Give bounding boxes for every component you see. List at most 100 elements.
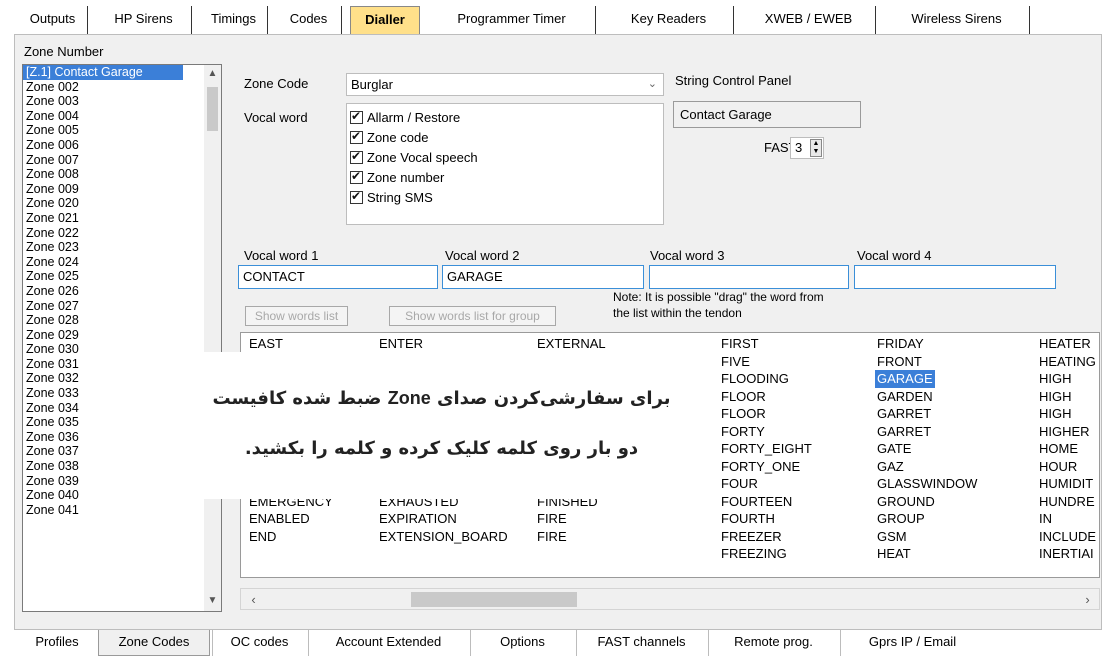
word-item[interactable]: ENABLED	[249, 510, 333, 528]
tab-codes[interactable]: Codes	[276, 6, 342, 34]
hscroll-thumb[interactable]	[411, 592, 577, 607]
word-item[interactable]: GARRET	[877, 405, 977, 423]
zone-list[interactable]: [Z.1] Contact Garage Zone 002 Zone 003 Zone…	[22, 64, 222, 612]
show-words-group-button[interactable]: Show words list for group	[389, 306, 556, 326]
word-item[interactable]: INCLUDE	[1039, 528, 1096, 546]
zone-list-item[interactable]: Zone 023	[23, 240, 221, 255]
selected-word[interactable]: GARAGE	[875, 370, 935, 388]
checkbox-checked-icon[interactable]	[350, 129, 363, 144]
zone-list-item[interactable]: Zone 004	[23, 109, 221, 124]
zone-list-item[interactable]: [Z.1] Contact Garage	[23, 65, 183, 80]
vocal-word-4-input[interactable]	[854, 265, 1056, 289]
word-item[interactable]: ENTER	[379, 335, 508, 353]
zone-list-item[interactable]: Zone 020	[23, 196, 221, 211]
vocal-word-2-input[interactable]: GARAGE	[442, 265, 644, 289]
option-allarm-restore[interactable]: Allarm / Restore	[350, 107, 663, 127]
word-item[interactable]: GSM	[877, 528, 977, 546]
tab-options[interactable]: Options	[470, 630, 574, 656]
word-item[interactable]: FIRE	[537, 528, 609, 546]
word-item[interactable]: EAST	[249, 335, 333, 353]
tab-profiles[interactable]: Profiles	[18, 630, 96, 656]
word-item[interactable]: EXPIRATION	[379, 510, 508, 528]
scroll-down-icon[interactable]: ▼	[204, 595, 221, 606]
vocal-word-1-input[interactable]: CONTACT	[238, 265, 438, 289]
zone-list-item[interactable]: Zone 006	[23, 138, 221, 153]
word-item[interactable]: HIGH	[1039, 388, 1096, 406]
zone-list-item[interactable]: Zone 027	[23, 299, 221, 314]
word-item[interactable]: FRONT	[877, 353, 977, 371]
word-item[interactable]: HOUR	[1039, 458, 1096, 476]
tab-gprs-ip-email[interactable]: Gprs IP / Email	[840, 630, 984, 656]
word-item[interactable]: END	[249, 528, 333, 546]
zone-list-item[interactable]: Zone 021	[23, 211, 221, 226]
word-item[interactable]: GARDEN	[877, 388, 977, 406]
zone-list-item[interactable]: Zone 041	[23, 503, 221, 518]
word-item[interactable]: HUNDRE	[1039, 493, 1096, 511]
zone-list-item[interactable]: Zone 008	[23, 167, 221, 182]
tab-account-extended[interactable]: Account Extended	[308, 630, 468, 656]
word-item[interactable]: FLOODING	[721, 370, 812, 388]
string-control-panel-field[interactable]: Contact Garage	[673, 101, 861, 128]
word-item[interactable]: GROUND	[877, 493, 977, 511]
zone-list-item[interactable]: Zone 025	[23, 269, 221, 284]
option-string-sms[interactable]: String SMS	[350, 187, 663, 207]
word-item[interactable]: FIVE	[721, 353, 812, 371]
show-words-list-button[interactable]: Show words list	[245, 306, 348, 326]
word-item[interactable]: FOURTEEN	[721, 493, 812, 511]
zone-code-select[interactable]: Burglar ⌄	[346, 73, 664, 96]
tab-outputs[interactable]: Outputs	[18, 6, 88, 34]
word-item[interactable]: FORTY_ONE	[721, 458, 812, 476]
word-item[interactable]: FIRST	[721, 335, 812, 353]
word-item[interactable]: FLOOR	[721, 388, 812, 406]
tab-xweb-eweb[interactable]: XWEB / EWEB	[742, 6, 876, 34]
scroll-thumb[interactable]	[207, 87, 218, 131]
option-zone-code[interactable]: Zone code	[350, 127, 663, 147]
word-item[interactable]: EXTENSION_BOARD	[379, 528, 508, 546]
checkbox-checked-icon[interactable]	[350, 149, 363, 164]
word-item[interactable]: FOUR	[721, 475, 812, 493]
spin-updown-icon[interactable]: ▲ ▼	[810, 139, 822, 157]
zone-list-scrollbar[interactable]: ▲ ▼	[204, 65, 221, 611]
scroll-left-icon[interactable]: ‹	[245, 592, 262, 607]
word-item[interactable]: FORTY	[721, 423, 812, 441]
tab-fast-channels[interactable]: FAST channels	[576, 630, 706, 656]
checkbox-checked-icon[interactable]	[350, 169, 363, 184]
zone-list-item[interactable]: Zone 022	[23, 226, 221, 241]
word-item[interactable]: HIGH	[1039, 370, 1096, 388]
word-item[interactable]: FOURTH	[721, 510, 812, 528]
tab-dialler[interactable]: Dialler	[350, 6, 420, 34]
word-item[interactable]: HOME	[1039, 440, 1096, 458]
word-item[interactable]: GARRET	[877, 423, 977, 441]
words-list-hscrollbar[interactable]: ‹ ›	[240, 588, 1100, 610]
word-item[interactable]: HUMIDIT	[1039, 475, 1096, 493]
zone-list-item[interactable]: Zone 009	[23, 182, 221, 197]
word-item[interactable]: GARAGE	[875, 370, 977, 388]
word-item[interactable]: HIGH	[1039, 405, 1096, 423]
tab-programmer-timer[interactable]: Programmer Timer	[428, 6, 596, 34]
tab-timings[interactable]: Timings	[200, 6, 268, 34]
word-item[interactable]: FLOOR	[721, 405, 812, 423]
tab-hp-sirens[interactable]: HP Sirens	[96, 6, 192, 34]
option-zone-number[interactable]: Zone number	[350, 167, 663, 187]
zone-list-item[interactable]: Zone 026	[23, 284, 221, 299]
chevron-down-icon[interactable]: ⌄	[648, 74, 657, 95]
zone-list-item[interactable]: Zone 024	[23, 255, 221, 270]
scroll-right-icon[interactable]: ›	[1079, 592, 1096, 607]
scroll-up-icon[interactable]: ▲	[204, 68, 221, 79]
zone-list-item[interactable]: Zone 028	[23, 313, 221, 328]
tab-zone-codes[interactable]: Zone Codes	[98, 630, 210, 656]
vocal-word-3-input[interactable]	[649, 265, 849, 289]
zone-list-item[interactable]: Zone 003	[23, 94, 221, 109]
word-item[interactable]: GROUP	[877, 510, 977, 528]
word-item[interactable]: GATE	[877, 440, 977, 458]
zone-list-item[interactable]: Zone 002	[23, 80, 221, 95]
zone-list-item[interactable]: Zone 029	[23, 328, 221, 343]
word-item[interactable]: INERTIAI	[1039, 545, 1096, 563]
zone-list-item[interactable]: Zone 005	[23, 123, 221, 138]
option-zone-vocal-speech[interactable]: Zone Vocal speech	[350, 147, 663, 167]
word-item[interactable]: HIGHER	[1039, 423, 1096, 441]
word-item[interactable]: FRIDAY	[877, 335, 977, 353]
word-item[interactable]: HEAT	[877, 545, 977, 563]
word-item[interactable]: HEATING	[1039, 353, 1096, 371]
word-item[interactable]: FREEZER	[721, 528, 812, 546]
